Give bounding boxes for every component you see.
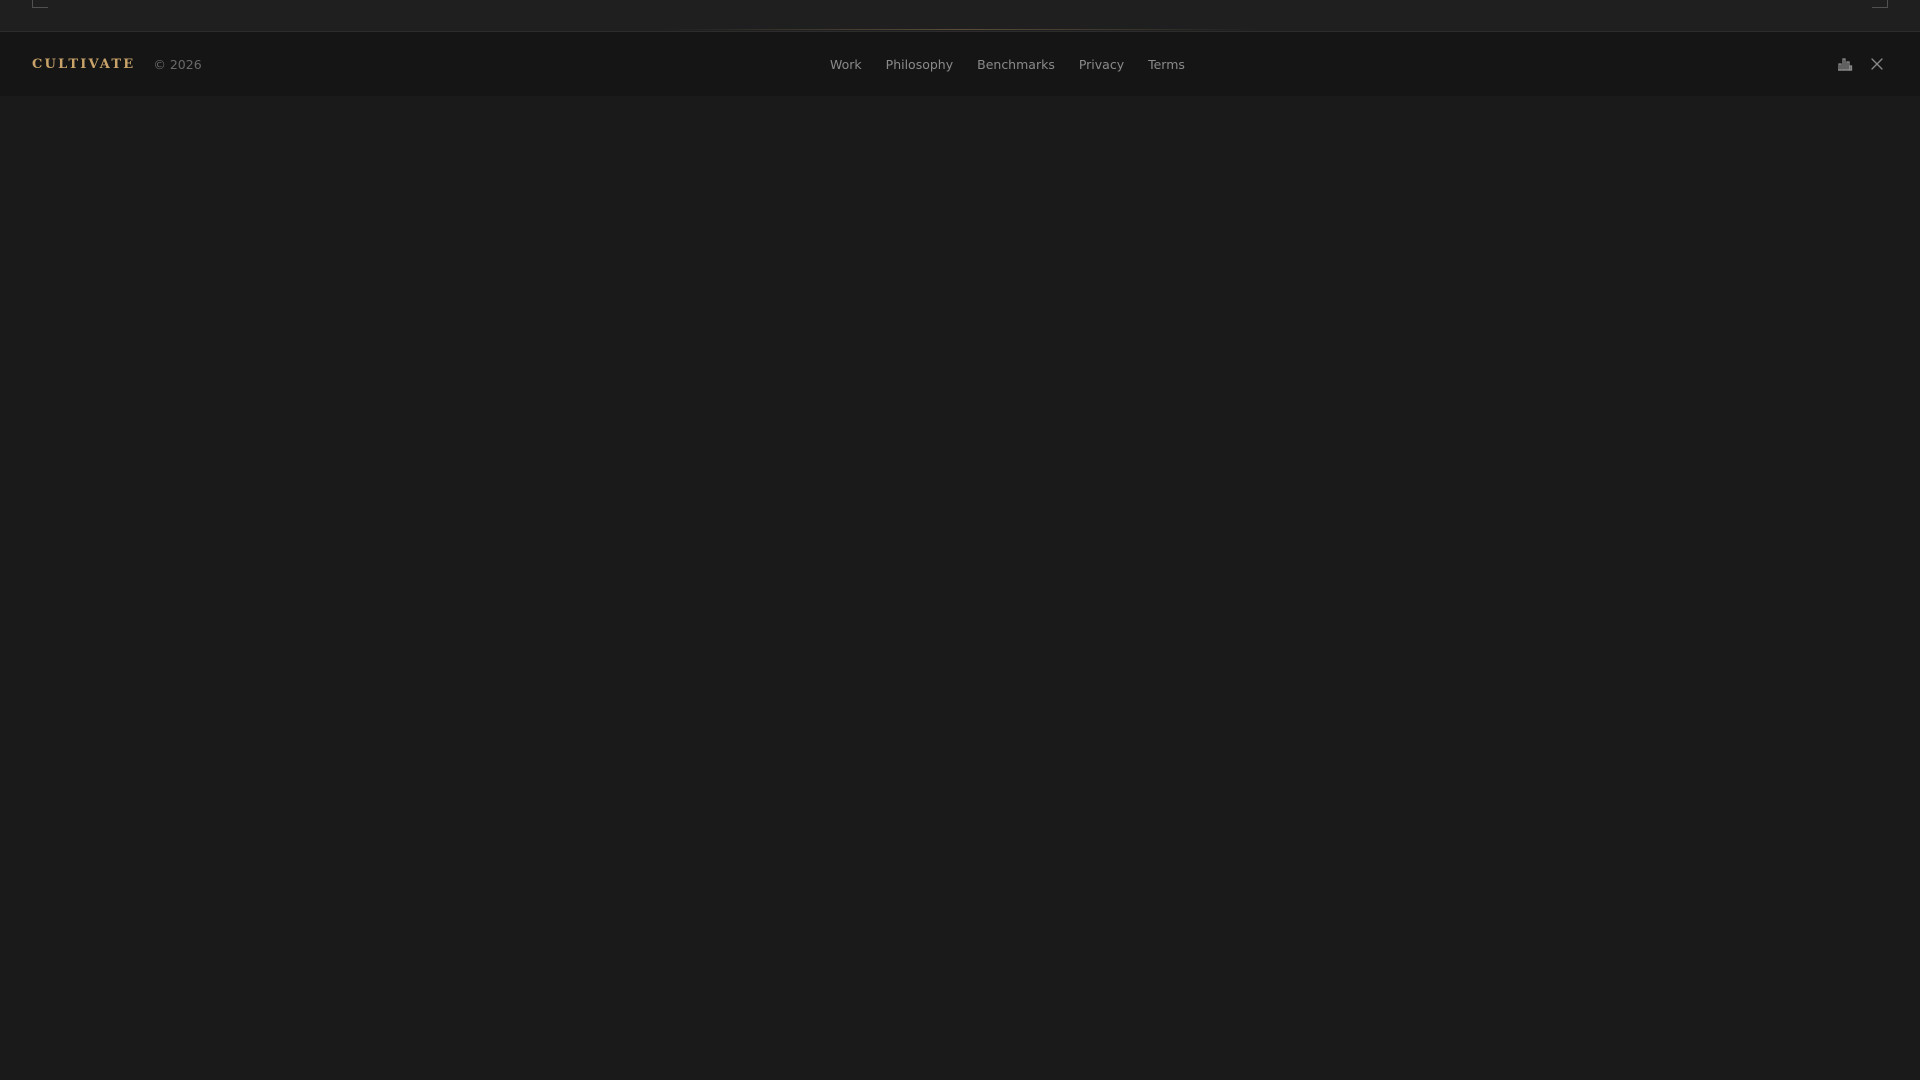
copyright-text: © 2026	[153, 56, 202, 72]
chart-icon[interactable]	[1836, 55, 1854, 73]
close-icon[interactable]	[1868, 55, 1886, 73]
nav-link-terms[interactable]: Terms	[1148, 57, 1185, 72]
corner-bracket-right	[1872, 0, 1888, 8]
nav-link-philosophy[interactable]: Philosophy	[886, 57, 953, 72]
brand-logo-text[interactable]: CULTIVATE	[32, 57, 135, 72]
footer-nav: Work Philosophy Benchmarks Privacy Terms	[830, 32, 1185, 96]
nav-link-benchmarks[interactable]: Benchmarks	[977, 57, 1055, 72]
main-content	[0, 96, 1920, 1080]
footer-actions	[1836, 32, 1886, 96]
top-strip	[0, 0, 1920, 32]
nav-link-privacy[interactable]: Privacy	[1079, 57, 1124, 72]
footer-bar: CULTIVATE © 2026 Work Philosophy Benchma…	[0, 32, 1920, 96]
nav-link-work[interactable]: Work	[830, 57, 862, 72]
accent-line	[660, 29, 1260, 30]
brand: CULTIVATE © 2026	[32, 32, 202, 96]
corner-bracket-left	[32, 0, 48, 8]
